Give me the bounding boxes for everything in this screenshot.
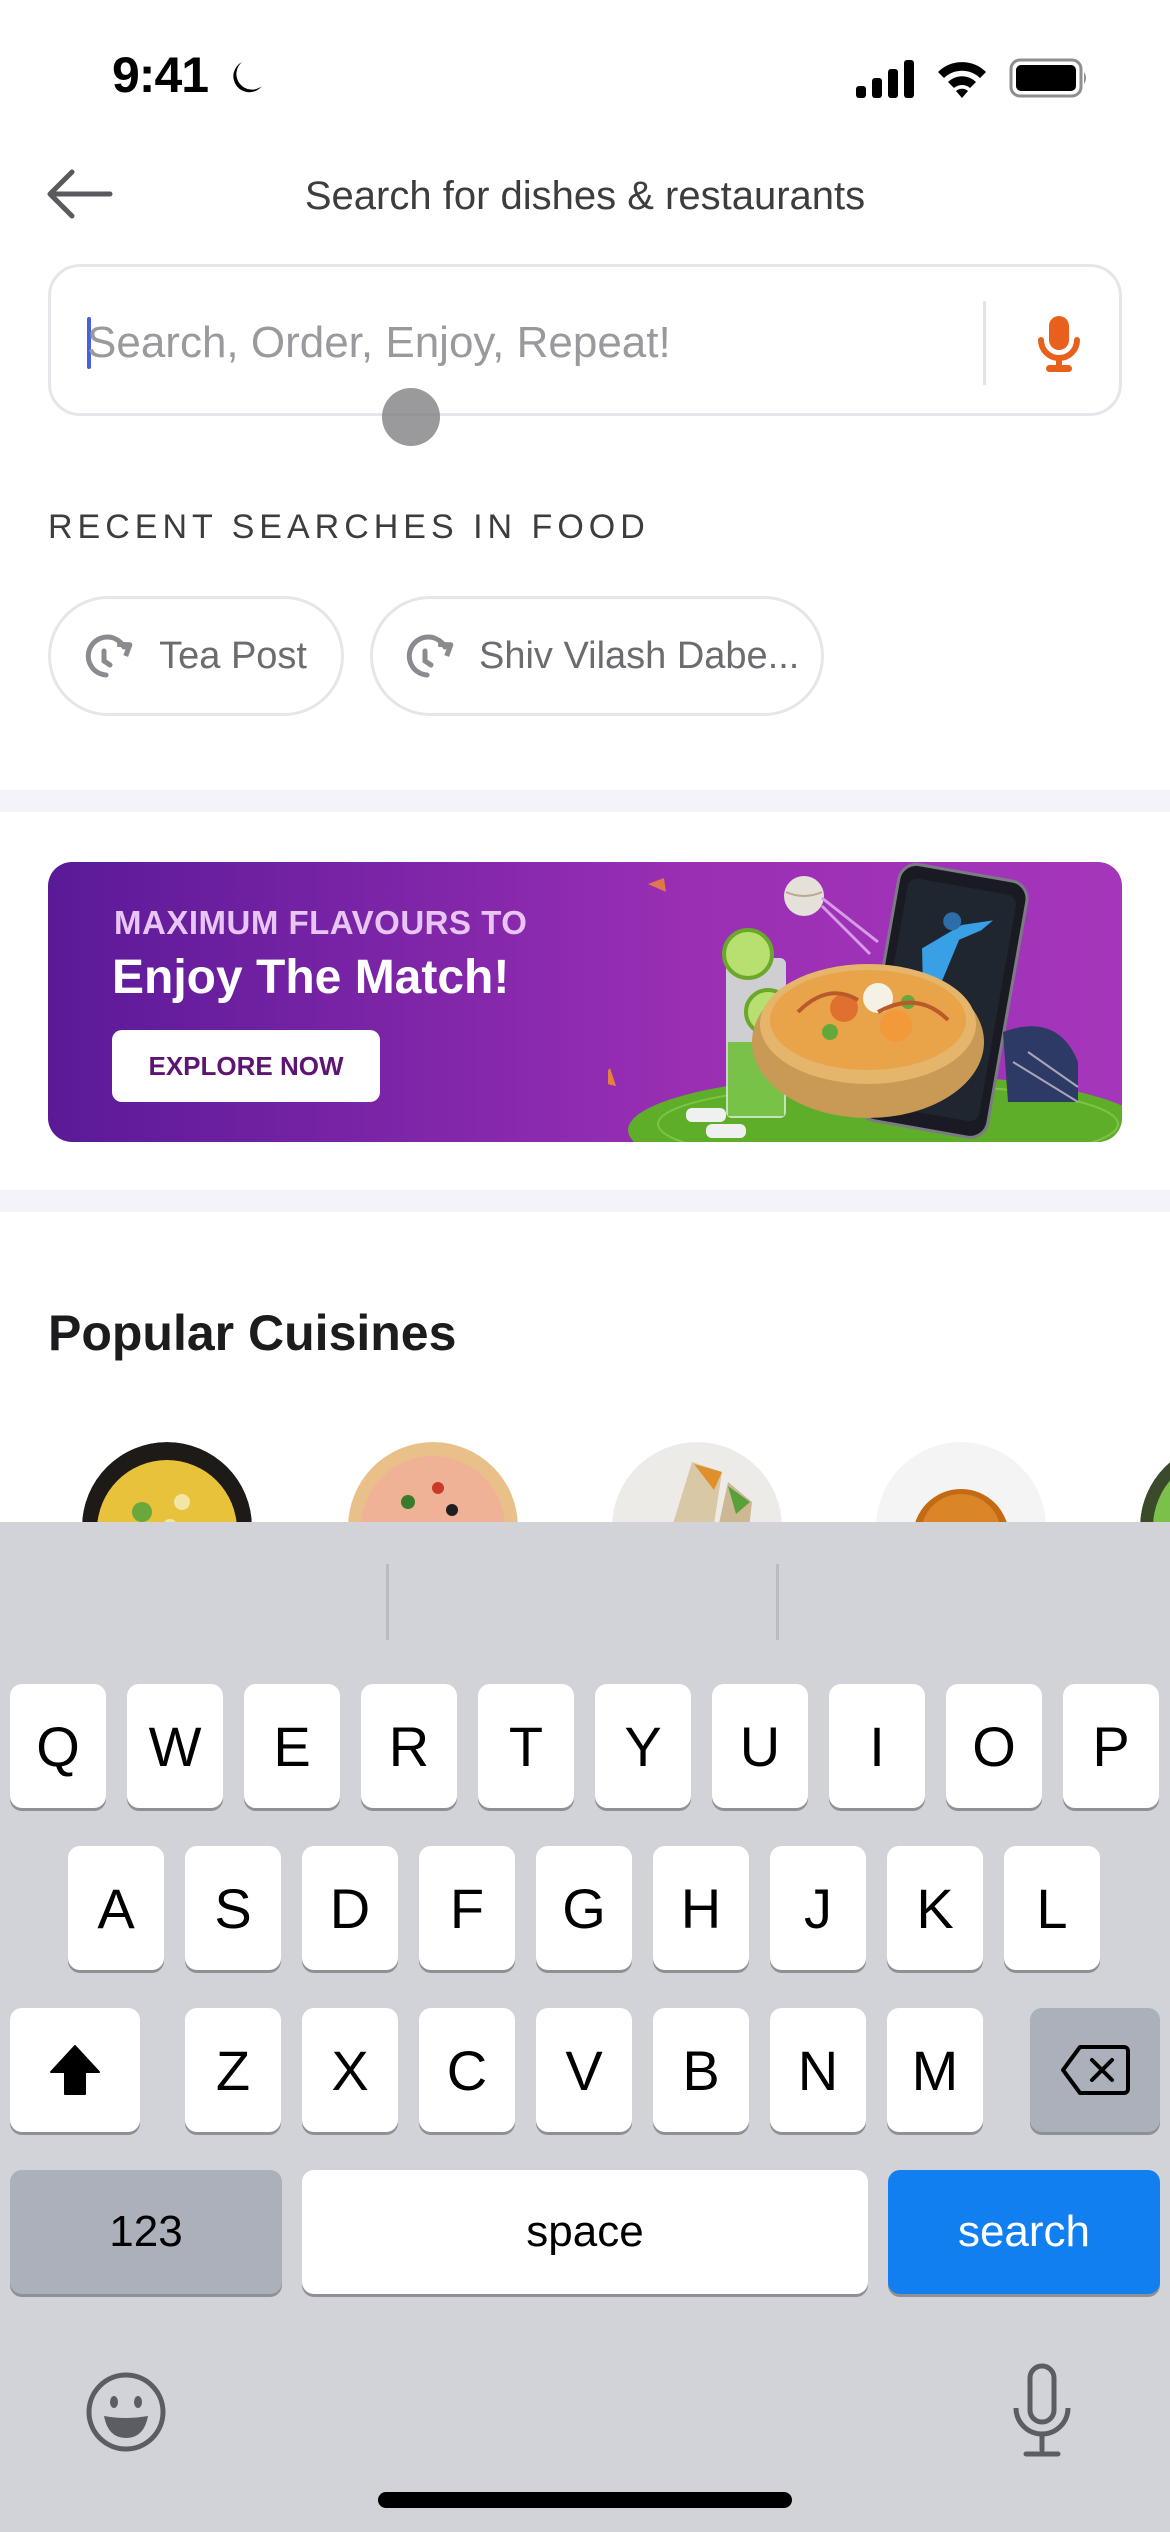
cellular-signal-icon [856, 60, 916, 103]
emoji-key[interactable] [84, 2370, 168, 2454]
keyboard: Q W E R T Y U I O P A S D F G H J K L Z … [0, 1522, 1170, 2532]
key-c[interactable]: C [419, 2008, 515, 2132]
shift-icon [50, 2045, 100, 2095]
voice-search-button[interactable] [1019, 309, 1099, 379]
banner-headline: Enjoy The Match! [112, 951, 510, 1004]
key-x[interactable]: X [302, 2008, 398, 2132]
banner-eyebrow: MAXIMUM FLAVOURS TO [114, 904, 528, 941]
promo-banner[interactable]: MAXIMUM FLAVOURS TO Enjoy The Match! EXP… [48, 862, 1122, 1142]
key-r[interactable]: R [361, 1684, 457, 1808]
key-a[interactable]: A [68, 1846, 164, 1970]
prediction-divider [776, 1564, 779, 1640]
recent-search-label: Shiv Vilash Dabe... [479, 634, 800, 677]
numbers-key[interactable]: 123 [10, 2170, 282, 2294]
microphone-icon [1013, 2363, 1071, 2457]
backspace-icon [1061, 2045, 1130, 2095]
key-z[interactable]: Z [185, 2008, 281, 2132]
key-n[interactable]: N [770, 2008, 866, 2132]
key-u[interactable]: U [712, 1684, 808, 1808]
dictation-key[interactable] [1002, 2362, 1082, 2462]
key-m[interactable]: M [887, 2008, 983, 2132]
banner-illustration [608, 862, 1122, 1142]
key-k[interactable]: K [887, 1846, 983, 1970]
search-box[interactable] [48, 264, 1122, 416]
key-i[interactable]: I [829, 1684, 925, 1808]
key-y[interactable]: Y [595, 1684, 691, 1808]
key-g[interactable]: G [536, 1846, 632, 1970]
history-icon [403, 626, 457, 686]
microphone-icon [1038, 316, 1080, 372]
moon-icon [226, 58, 266, 98]
key-j[interactable]: J [770, 1846, 866, 1970]
recent-search-label: Tea Post [159, 634, 307, 677]
key-d[interactable]: D [302, 1846, 398, 1970]
section-separator [0, 790, 1170, 812]
search-input[interactable] [87, 303, 967, 383]
backspace-key[interactable] [1030, 2008, 1160, 2132]
emoji-icon [86, 2372, 166, 2452]
key-e[interactable]: E [244, 1684, 340, 1808]
recent-search-chip[interactable]: Shiv Vilash Dabe... [370, 596, 824, 716]
key-o[interactable]: O [946, 1684, 1042, 1808]
explore-now-button[interactable]: EXPLORE NOW [112, 1030, 380, 1102]
home-indicator[interactable] [378, 2492, 792, 2508]
key-f[interactable]: F [419, 1846, 515, 1970]
recent-searches-title: RECENT SEARCHES IN FOOD [48, 508, 650, 546]
touch-indicator [382, 388, 440, 446]
status-bar: 9:41 [0, 0, 1170, 150]
search-divider [983, 301, 986, 385]
status-time: 9:41 [112, 47, 209, 103]
key-w[interactable]: W [127, 1684, 223, 1808]
key-p[interactable]: P [1063, 1684, 1159, 1808]
key-h[interactable]: H [653, 1846, 749, 1970]
page-title: Search for dishes & restaurants [304, 174, 866, 218]
battery-icon [1009, 58, 1089, 103]
history-icon [81, 626, 137, 686]
popular-cuisines-title: Popular Cuisines [48, 1305, 457, 1361]
section-separator [0, 1190, 1170, 1212]
wifi-icon [936, 58, 988, 103]
key-s[interactable]: S [185, 1846, 281, 1970]
prediction-divider [386, 1564, 389, 1640]
key-t[interactable]: T [478, 1684, 574, 1808]
space-key[interactable]: space [302, 2170, 868, 2294]
search-key[interactable]: search [888, 2170, 1160, 2294]
key-q[interactable]: Q [10, 1684, 106, 1808]
key-l[interactable]: L [1004, 1846, 1100, 1970]
recent-search-chip[interactable]: Tea Post [48, 596, 344, 716]
key-v[interactable]: V [536, 2008, 632, 2132]
shift-key[interactable] [10, 2008, 140, 2132]
key-b[interactable]: B [653, 2008, 749, 2132]
